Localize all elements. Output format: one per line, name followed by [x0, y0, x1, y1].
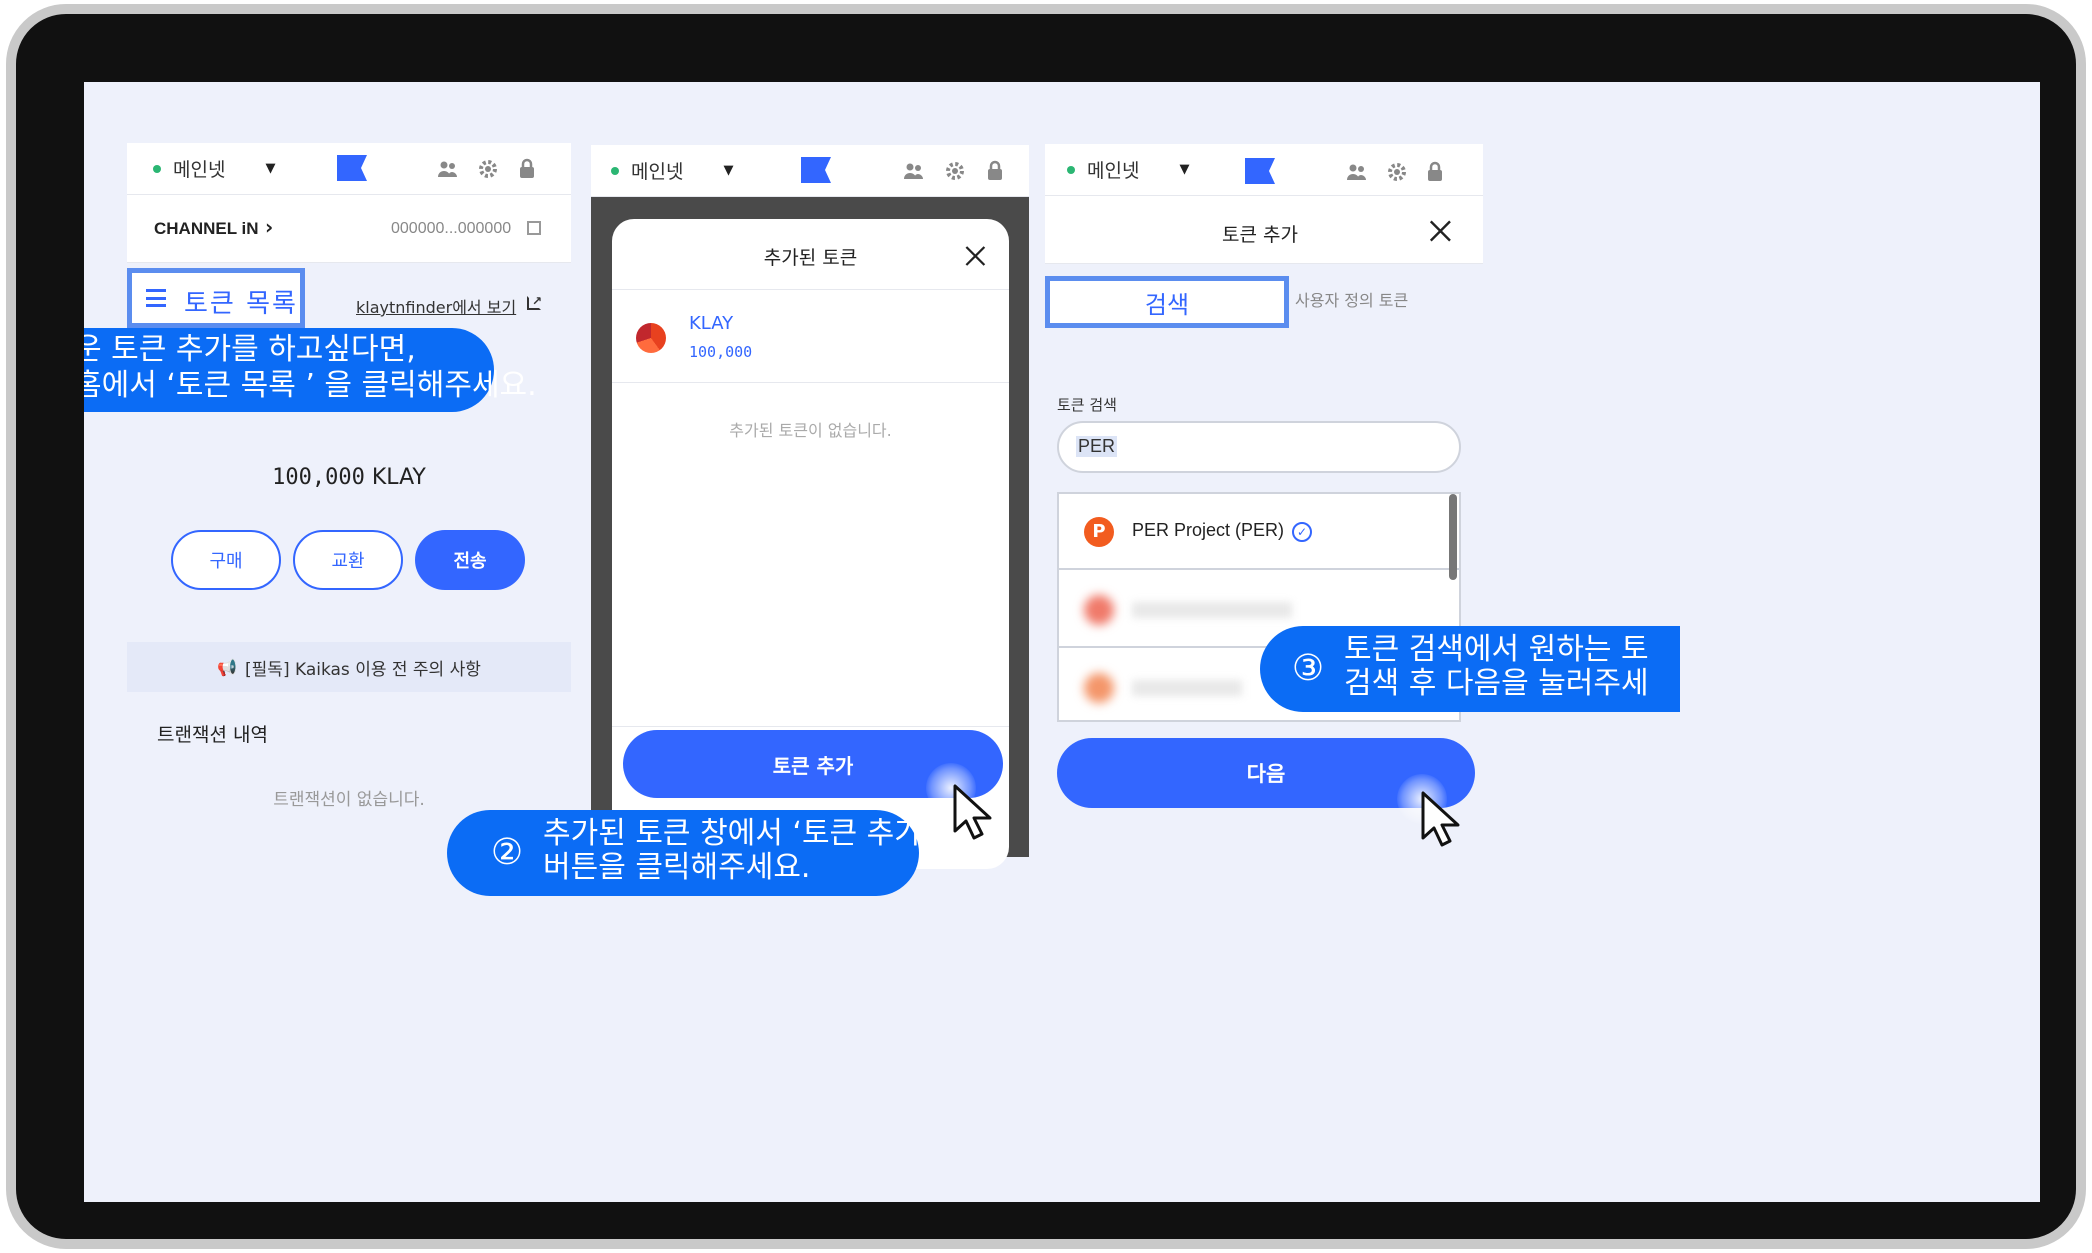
kaikas-logo — [801, 157, 831, 183]
callout-step-2-line-2: 버튼을 클릭해주세요. — [543, 850, 811, 885]
add-token-panel: 메인넷 ▼ 토큰 추가 검색 사용자 정의 토큰 토큰 검색 PER P PER… — [1045, 144, 1483, 864]
callout-step-3-line-2: 검색 후 다음을 눌러주세 — [1344, 666, 1649, 701]
notice-banner[interactable]: 📢 [필독] Kaikas 이용 전 주의 사항 — [127, 642, 571, 692]
callout-step-1-line-2: 홈에서 ‘토큰 목록 ’ 을 클릭해주세요. — [84, 368, 537, 403]
settings-gear-icon[interactable] — [941, 157, 969, 185]
buy-button[interactable]: 구매 — [171, 530, 281, 590]
chevron-right-icon[interactable]: › — [265, 215, 273, 239]
balance-unit: KLAY — [371, 465, 426, 490]
top-bar: 메인넷 ▼ — [127, 143, 571, 195]
added-tokens-panel: 메인넷 ▼ 추가된 토큰 KLAY 100,000 추가된 토큰이 없습니다. … — [591, 145, 1029, 869]
list-item[interactable]: P PER Project (PER) ✓ — [1059, 494, 1459, 570]
search-label: 토큰 검색 — [1057, 396, 1117, 414]
verified-check-icon: ✓ — [1292, 522, 1312, 542]
network-status-dot — [153, 164, 161, 173]
account-address: 000000...000000 — [391, 220, 512, 237]
lock-icon[interactable] — [1421, 158, 1449, 186]
search-input-value: PER — [1076, 436, 1118, 457]
megaphone-icon: 📢 — [217, 657, 238, 677]
callout-step-3: ③ 토큰 검색에서 원하는 토 검색 후 다음을 눌러주세 — [1260, 626, 1680, 712]
tab-custom-token[interactable]: 사용자 정의 토큰 — [1295, 287, 1408, 311]
scrollbar[interactable] — [1449, 494, 1457, 580]
device-frame: 메인넷 ▼ CHANNEL iN › 000000...000000 토큰 목록… — [6, 4, 2086, 1249]
blurred-token-logo-icon — [1084, 673, 1114, 703]
copy-icon[interactable] — [527, 221, 541, 235]
divider — [612, 289, 1009, 290]
account-row: CHANNEL iN › 000000...000000 — [127, 195, 571, 263]
empty-tokens-text: 추가된 토큰이 없습니다. — [729, 421, 892, 440]
per-project-logo-icon: P — [1084, 517, 1114, 547]
modal-title: 추가된 토큰 — [763, 247, 858, 269]
notice-text: [필독] Kaikas 이용 전 주의 사항 — [245, 659, 481, 680]
settings-gear-icon[interactable] — [1383, 158, 1411, 186]
balance: 100,000 KLAY — [127, 465, 571, 490]
mouse-pointer-icon — [953, 784, 992, 840]
add-token-header: 토큰 추가 — [1045, 196, 1483, 264]
kaikas-logo — [1245, 158, 1275, 184]
close-icon[interactable] — [962, 243, 988, 269]
callout-step-1-line-1: 운 토큰 추가를 하고싶다면, — [84, 332, 416, 367]
contacts-icon[interactable] — [900, 157, 928, 185]
network-label[interactable]: 메인넷 — [631, 157, 683, 184]
account-name[interactable]: CHANNEL iN — [154, 219, 259, 239]
divider — [612, 726, 1009, 727]
transaction-history-title: 트랜잭션 내역 — [157, 724, 268, 746]
wallet-home-panel: 메인넷 ▼ CHANNEL iN › 000000...000000 토큰 목록… — [127, 143, 571, 810]
network-label[interactable]: 메인넷 — [173, 155, 225, 182]
klaytnfinder-link[interactable]: klaytnfinder에서 보기 — [356, 294, 516, 318]
token-list-label: 토큰 목록 — [184, 289, 298, 319]
network-status-dot — [1067, 165, 1075, 174]
network-dropdown-icon[interactable]: ▼ — [265, 161, 275, 176]
network-status-dot — [611, 166, 619, 175]
contacts-icon[interactable] — [1343, 158, 1371, 186]
balance-amount: 100,000 — [272, 465, 365, 490]
token-row-klay[interactable]: KLAY 100,000 — [612, 291, 1009, 383]
contacts-icon[interactable] — [434, 155, 462, 183]
network-label[interactable]: 메인넷 — [1087, 156, 1139, 183]
network-dropdown-icon[interactable]: ▼ — [723, 163, 733, 178]
top-bar: 메인넷 ▼ — [591, 145, 1029, 197]
callout-step-2: ② 추가된 토큰 창에서 ‘토큰 추가’ 버튼을 클릭해주세요. — [447, 810, 931, 896]
screen: 메인넷 ▼ CHANNEL iN › 000000...000000 토큰 목록… — [84, 82, 2040, 1202]
blurred-token-name — [1132, 680, 1242, 696]
step-2-number: ② — [490, 831, 524, 873]
kaikas-logo — [337, 155, 367, 181]
step-3-number: ③ — [1291, 647, 1325, 689]
token-list-button[interactable]: 토큰 목록 — [127, 268, 305, 328]
mouse-pointer-icon — [1421, 791, 1460, 847]
settings-gear-icon[interactable] — [474, 155, 502, 183]
swap-button[interactable]: 교환 — [293, 530, 403, 590]
transaction-empty-text: 트랜잭션이 없습니다. — [273, 790, 425, 810]
lock-icon[interactable] — [981, 157, 1009, 185]
external-link-icon[interactable]: ↗ — [527, 294, 542, 310]
blurred-token-name — [1132, 602, 1292, 618]
network-dropdown-icon[interactable]: ▼ — [1179, 162, 1189, 177]
token-search-input[interactable]: PER — [1057, 421, 1461, 473]
tab-search-label: 검색 — [1144, 290, 1190, 319]
token-name: KLAY — [689, 313, 734, 334]
page-title: 토큰 추가 — [1222, 224, 1298, 246]
close-icon[interactable] — [1426, 217, 1453, 244]
menu-icon — [146, 289, 166, 307]
token-balance: 100,000 — [689, 343, 753, 361]
send-button[interactable]: 전송 — [415, 530, 525, 590]
blurred-token-logo-icon — [1084, 595, 1114, 625]
top-bar: 메인넷 ▼ — [1045, 144, 1483, 196]
lock-icon[interactable] — [513, 155, 541, 183]
token-result-name: PER Project (PER) — [1132, 520, 1285, 540]
tab-search[interactable]: 검색 — [1045, 276, 1289, 328]
klay-logo-icon — [636, 323, 666, 353]
callout-step-1: 운 토큰 추가를 하고싶다면, 홈에서 ‘토큰 목록 ’ 을 클릭해주세요. — [84, 328, 537, 412]
